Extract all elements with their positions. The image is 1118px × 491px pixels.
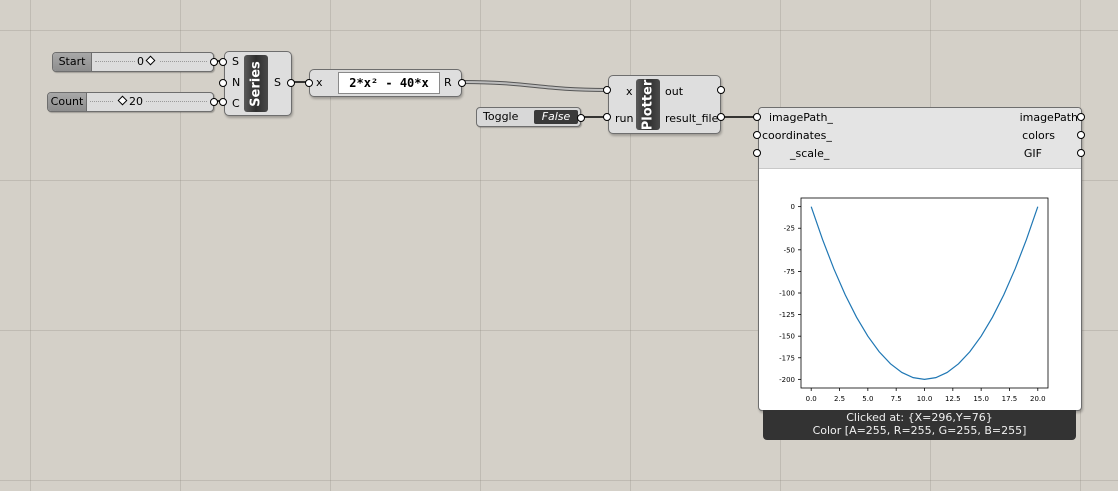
x-tick-label: 2.5 — [834, 395, 845, 403]
plot-area — [800, 197, 1049, 389]
plotter-output-port-result-file[interactable] — [717, 113, 725, 121]
x-tick-label: 0.0 — [806, 395, 817, 403]
count-slider-output-port[interactable] — [210, 98, 218, 106]
x-tick-label: 12.5 — [945, 395, 961, 403]
viewer-input-scale: _scale_ — [790, 147, 830, 160]
expression-input-x: x — [316, 76, 323, 89]
expression-output-r: R — [444, 76, 452, 89]
toggle-value[interactable]: False — [534, 110, 578, 124]
viewer-input-coordinates: coordinates_ — [762, 129, 832, 142]
y-tick-label: -50 — [784, 246, 795, 254]
series-input-port-c[interactable] — [219, 98, 227, 106]
series-output-s: S — [274, 76, 281, 89]
start-slider-value-wrap: 0 — [135, 53, 159, 71]
expression-input-port[interactable] — [305, 79, 313, 87]
count-slider-track[interactable] — [90, 101, 207, 104]
series-input-c: C — [232, 97, 240, 110]
series-input-port-s[interactable] — [219, 58, 227, 66]
plotter-input-run: run — [615, 112, 634, 125]
plotter-body[interactable]: Plotter — [636, 79, 660, 130]
plot-image[interactable]: 0.0 2.5 5.0 7.5 10.0 12.5 15.0 17.5 20.0 0 -25 -50 -… — [759, 169, 1081, 409]
plotter-output-result-file: result_file — [665, 112, 719, 125]
image-viewer-header: imagePath_ coordinates_ _scale_ imagePat… — [759, 108, 1081, 169]
expression-formula[interactable]: 2*x² - 40*x — [338, 72, 440, 94]
viewer-output-imagepath: imagePath — [1019, 111, 1078, 124]
plotter-title: Plotter — [640, 79, 656, 130]
y-tick-label: -25 — [784, 225, 795, 233]
x-tick-label: 7.5 — [891, 395, 902, 403]
toggle-output-port[interactable] — [577, 114, 585, 122]
viewer-output-port-imagepath[interactable] — [1077, 113, 1085, 121]
toggle-label: Toggle — [483, 110, 519, 123]
series-input-port-n[interactable] — [219, 79, 227, 87]
viewer-input-port-scale[interactable] — [753, 149, 761, 157]
series-title: Series — [248, 60, 264, 107]
series-input-n: N — [232, 76, 241, 89]
count-slider-label: Count — [48, 93, 87, 111]
y-tick-label: -150 — [779, 333, 795, 341]
series-component[interactable]: S N C Series S — [224, 51, 292, 116]
series-body[interactable]: Series — [244, 55, 268, 112]
status-color: Color [A=255, R=255, G=255, B=255] — [812, 424, 1027, 437]
y-tick-label: -100 — [779, 290, 795, 298]
x-tick-label: 5.0 — [862, 395, 873, 403]
viewer-status-bar: Clicked at: {X=296,Y=76} Color [A=255, R… — [763, 410, 1076, 440]
plotter-input-x: x — [626, 85, 633, 98]
count-slider-value-wrap: 20 — [114, 93, 145, 111]
count-slider[interactable]: Count 20 — [47, 92, 214, 112]
slider-grip-icon[interactable] — [117, 95, 128, 106]
slider-grip-icon[interactable] — [145, 55, 156, 66]
viewer-output-port-colors[interactable] — [1077, 131, 1085, 139]
plotter-input-port-x[interactable] — [603, 86, 611, 94]
y-tick-label: -75 — [784, 268, 795, 276]
viewer-output-port-gif[interactable] — [1077, 149, 1085, 157]
viewer-output-gif: GIF — [1023, 147, 1042, 160]
image-viewer-component[interactable]: imagePath_ coordinates_ _scale_ imagePat… — [758, 107, 1082, 411]
boolean-toggle[interactable]: Toggle False — [476, 107, 581, 127]
start-slider-value: 0 — [137, 55, 144, 68]
start-slider-label: Start — [53, 53, 92, 71]
viewer-input-port-imagepath[interactable] — [753, 113, 761, 121]
start-slider[interactable]: Start 0 — [52, 52, 214, 72]
x-tick-label: 17.5 — [1002, 395, 1018, 403]
start-slider-output-port[interactable] — [210, 58, 218, 66]
plotter-component[interactable]: x run Plotter out result_file — [608, 75, 721, 134]
viewer-input-imagepath: imagePath_ — [769, 111, 833, 124]
y-tick-label: -200 — [779, 376, 795, 384]
series-output-port[interactable] — [287, 79, 295, 87]
x-tick-label: 15.0 — [973, 395, 989, 403]
y-tick-label: 0 — [791, 203, 795, 211]
viewer-input-port-coordinates[interactable] — [753, 131, 761, 139]
y-tick-label: -175 — [779, 354, 795, 362]
viewer-output-colors: colors — [1022, 129, 1055, 142]
status-clicked-at: Clicked at: {X=296,Y=76} — [846, 411, 993, 424]
y-tick-label: -125 — [779, 311, 795, 319]
plotter-output-port-out[interactable] — [717, 86, 725, 94]
plotter-output-out: out — [665, 85, 684, 98]
expression-output-port[interactable] — [458, 79, 466, 87]
plotter-input-port-run[interactable] — [603, 113, 611, 121]
x-tick-label: 10.0 — [917, 395, 933, 403]
expression-component[interactable]: x 2*x² - 40*x R — [309, 69, 462, 97]
series-input-s: S — [232, 55, 239, 68]
count-slider-value: 20 — [129, 95, 143, 108]
x-tick-label: 20.0 — [1030, 395, 1046, 403]
